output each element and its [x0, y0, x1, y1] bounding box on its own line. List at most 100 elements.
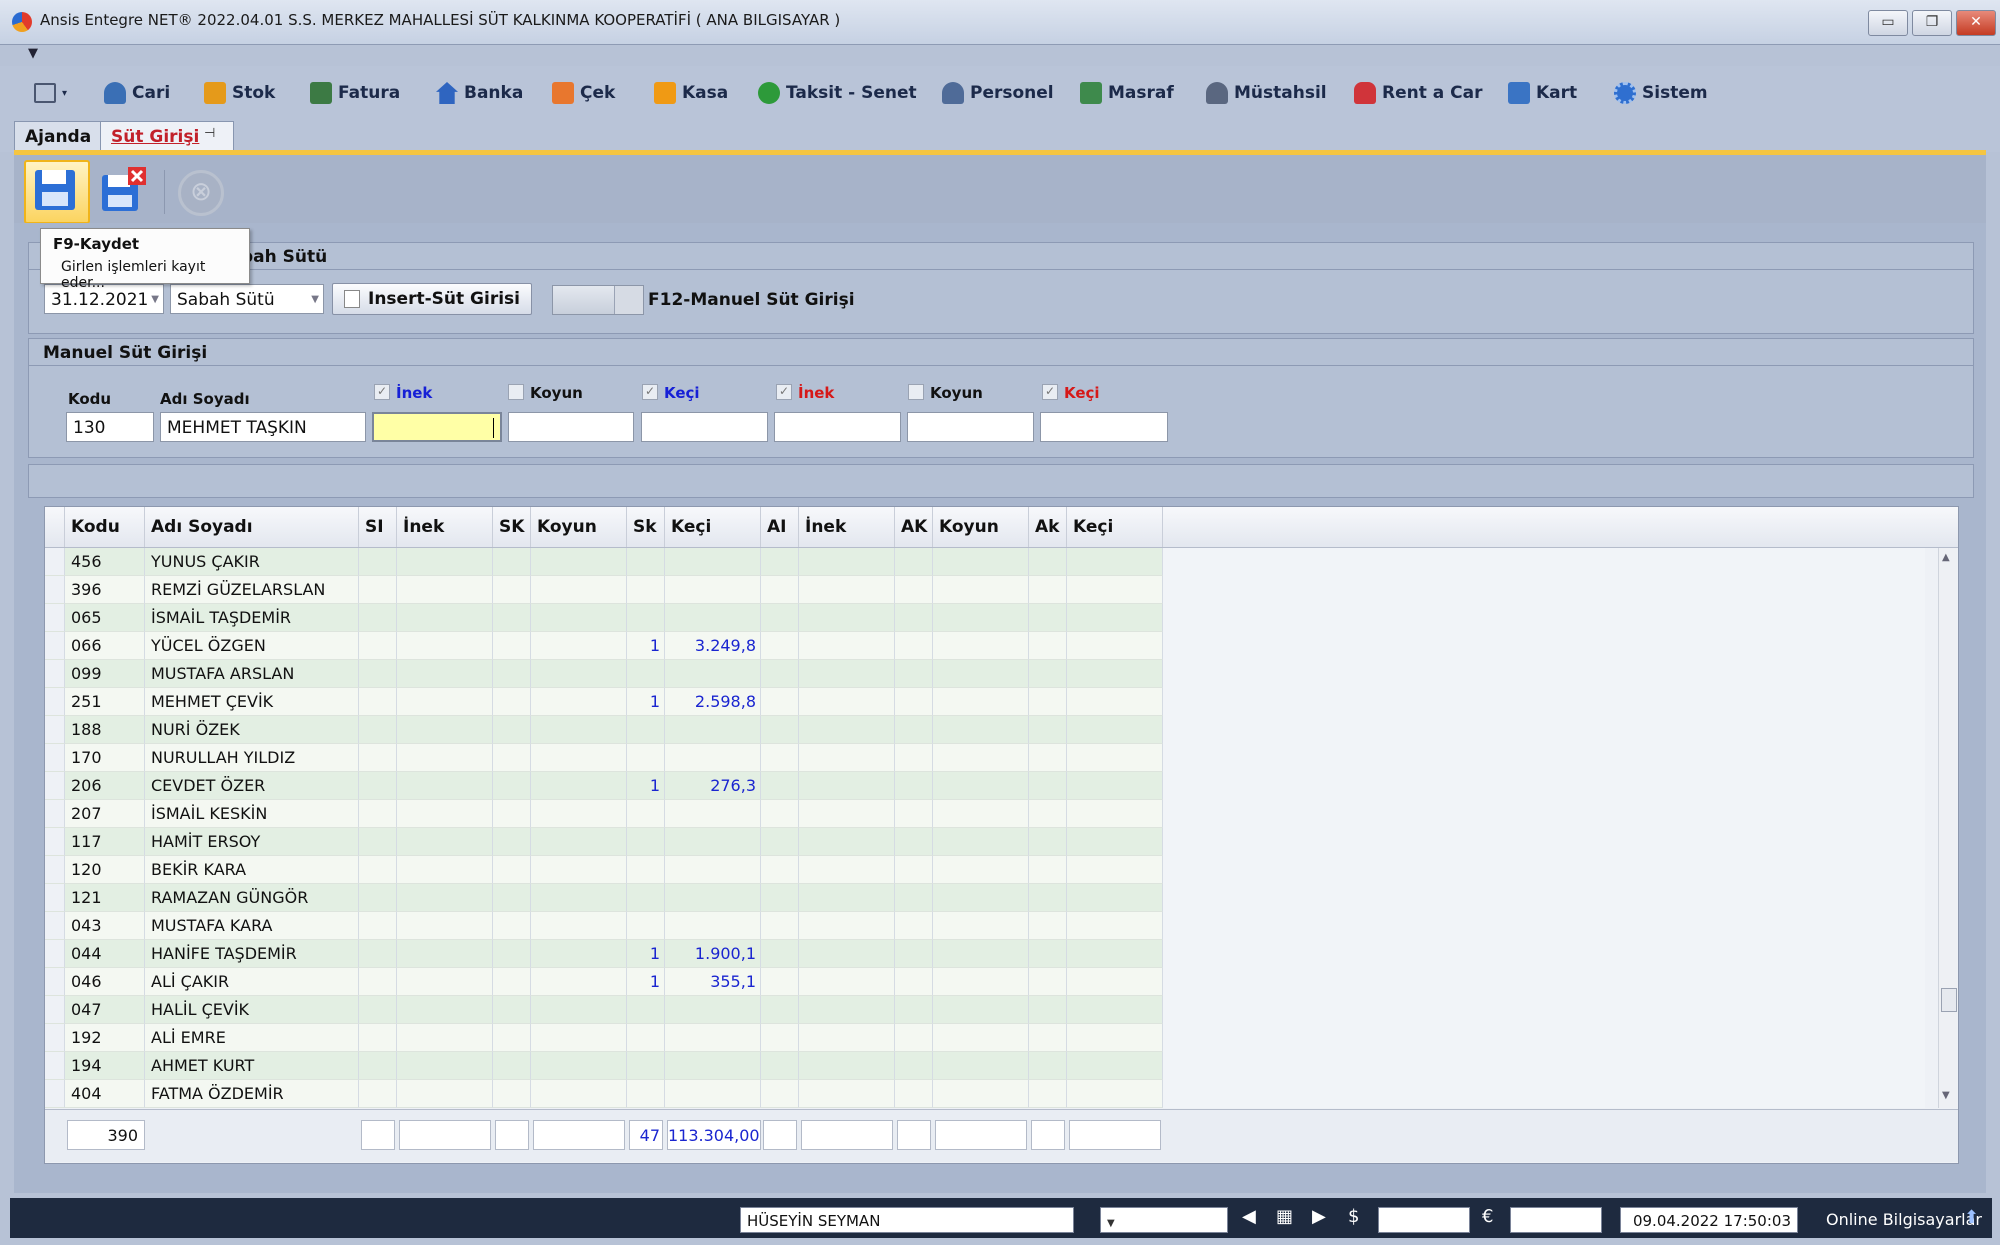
- cell-koyun-aksam[interactable]: [933, 688, 1029, 716]
- cancel-icon[interactable]: ⊗: [178, 170, 224, 216]
- table-row[interactable]: 120 BEKİR KARA: [45, 856, 1163, 884]
- koyun-sabah-input[interactable]: [508, 412, 634, 442]
- table-row[interactable]: 044 HANİFE TAŞDEMİR 1 1.900,1: [45, 940, 1163, 968]
- quick-access-dropdown-icon[interactable]: ▼: [28, 46, 38, 61]
- cell-keci-sabah[interactable]: [665, 1024, 761, 1052]
- col-kodu[interactable]: Kodu: [65, 507, 145, 547]
- cell-koyun-sabah[interactable]: [531, 548, 627, 576]
- cell-keci-aksam[interactable]: [1067, 940, 1163, 968]
- cell-koyun-sabah[interactable]: [531, 856, 627, 884]
- cell-inek-aksam[interactable]: [799, 1024, 895, 1052]
- table-row[interactable]: 065 İSMAİL TAŞDEMİR: [45, 604, 1163, 632]
- cell-ak-upper[interactable]: [895, 940, 933, 968]
- cell-sk[interactable]: 1: [627, 940, 665, 968]
- cell-inek-aksam[interactable]: [799, 604, 895, 632]
- cell-adi-soyadi[interactable]: ALİ ÇAKIR: [145, 968, 359, 996]
- cell-koyun-aksam[interactable]: [933, 1080, 1029, 1108]
- cell-adi-soyadi[interactable]: HALİL ÇEVİK: [145, 996, 359, 1024]
- col-ak-upper[interactable]: AK: [895, 507, 933, 547]
- cell-inek-sabah[interactable]: [397, 772, 493, 800]
- cell-inek-sabah[interactable]: [397, 688, 493, 716]
- cell-si[interactable]: [359, 576, 397, 604]
- cell-si[interactable]: [359, 688, 397, 716]
- cell-sk-upper[interactable]: [493, 884, 531, 912]
- cell-keci-sabah[interactable]: [665, 1052, 761, 1080]
- cell-kodu[interactable]: 117: [65, 828, 145, 856]
- cell-ai[interactable]: [761, 996, 799, 1024]
- cell-ai[interactable]: [761, 1024, 799, 1052]
- cell-kodu[interactable]: 207: [65, 800, 145, 828]
- cell-kodu[interactable]: 194: [65, 1052, 145, 1080]
- cell-koyun-aksam[interactable]: [933, 772, 1029, 800]
- cell-koyun-aksam[interactable]: [933, 884, 1029, 912]
- cell-ak-lower[interactable]: [1029, 856, 1067, 884]
- cell-ak-upper[interactable]: [895, 912, 933, 940]
- cell-ak-lower[interactable]: [1029, 604, 1067, 632]
- cell-si[interactable]: [359, 996, 397, 1024]
- cell-sk[interactable]: [627, 660, 665, 688]
- cell-keci-aksam[interactable]: [1067, 1052, 1163, 1080]
- keci-aksam-input[interactable]: [1040, 412, 1168, 442]
- cell-ak-lower[interactable]: [1029, 1080, 1067, 1108]
- cell-kodu[interactable]: 120: [65, 856, 145, 884]
- cell-sk[interactable]: 1: [627, 968, 665, 996]
- cell-kodu[interactable]: 047: [65, 996, 145, 1024]
- cell-koyun-sabah[interactable]: [531, 1080, 627, 1108]
- cell-ai[interactable]: [761, 912, 799, 940]
- cell-keci-sabah[interactable]: [665, 548, 761, 576]
- cell-sk-upper[interactable]: [493, 968, 531, 996]
- cell-sk[interactable]: [627, 828, 665, 856]
- table-row[interactable]: 251 MEHMET ÇEVİK 1 2.598,8: [45, 688, 1163, 716]
- cell-keci-aksam[interactable]: [1067, 912, 1163, 940]
- cell-sk[interactable]: [627, 1080, 665, 1108]
- cell-ai[interactable]: [761, 604, 799, 632]
- cell-ai[interactable]: [761, 632, 799, 660]
- row-indicator[interactable]: [45, 632, 65, 660]
- table-row[interactable]: 456 YUNUS ÇAKIR: [45, 548, 1163, 576]
- cell-keci-sabah[interactable]: [665, 604, 761, 632]
- cell-ai[interactable]: [761, 744, 799, 772]
- col-inek-sabah[interactable]: İnek: [397, 507, 493, 547]
- cell-keci-sabah[interactable]: [665, 828, 761, 856]
- cell-koyun-aksam[interactable]: [933, 968, 1029, 996]
- cell-si[interactable]: [359, 912, 397, 940]
- cell-ai[interactable]: [761, 548, 799, 576]
- cell-keci-sabah[interactable]: [665, 660, 761, 688]
- cell-sk-upper[interactable]: [493, 828, 531, 856]
- cell-keci-sabah[interactable]: 355,1: [665, 968, 761, 996]
- row-indicator[interactable]: [45, 576, 65, 604]
- save-and-close-button[interactable]: [98, 165, 148, 215]
- row-indicator[interactable]: [45, 1052, 65, 1080]
- cell-adi-soyadi[interactable]: ALİ EMRE: [145, 1024, 359, 1052]
- cell-ak-lower[interactable]: [1029, 548, 1067, 576]
- cell-adi-soyadi[interactable]: NURULLAH YILDIZ: [145, 744, 359, 772]
- cell-inek-sabah[interactable]: [397, 968, 493, 996]
- cell-koyun-sabah[interactable]: [531, 604, 627, 632]
- cell-ai[interactable]: [761, 576, 799, 604]
- cell-sk-upper[interactable]: [493, 1052, 531, 1080]
- table-row[interactable]: 099 MUSTAFA ARSLAN: [45, 660, 1163, 688]
- cell-kodu[interactable]: 099: [65, 660, 145, 688]
- cell-ak-upper[interactable]: [895, 744, 933, 772]
- col-adi-soyadi[interactable]: Adı Soyadı: [145, 507, 359, 547]
- row-indicator[interactable]: [45, 968, 65, 996]
- cell-sk-upper[interactable]: [493, 996, 531, 1024]
- cell-kodu[interactable]: 066: [65, 632, 145, 660]
- cell-inek-aksam[interactable]: [799, 1052, 895, 1080]
- cell-kodu[interactable]: 065: [65, 604, 145, 632]
- cell-ak-lower[interactable]: [1029, 828, 1067, 856]
- cell-sk[interactable]: [627, 604, 665, 632]
- cell-sk[interactable]: [627, 1052, 665, 1080]
- cell-keci-aksam[interactable]: [1067, 604, 1163, 632]
- cell-si[interactable]: [359, 1024, 397, 1052]
- cell-keci-sabah[interactable]: [665, 996, 761, 1024]
- cell-sk-upper[interactable]: [493, 632, 531, 660]
- menu-sistem[interactable]: Sistem: [1614, 78, 1708, 108]
- cell-sk[interactable]: 1: [627, 632, 665, 660]
- cell-kodu[interactable]: 188: [65, 716, 145, 744]
- calendar-icon[interactable]: ▦: [1276, 1206, 1293, 1227]
- cell-koyun-sabah[interactable]: [531, 772, 627, 800]
- cell-koyun-sabah[interactable]: [531, 1052, 627, 1080]
- cell-ak-lower[interactable]: [1029, 744, 1067, 772]
- cell-kodu[interactable]: 192: [65, 1024, 145, 1052]
